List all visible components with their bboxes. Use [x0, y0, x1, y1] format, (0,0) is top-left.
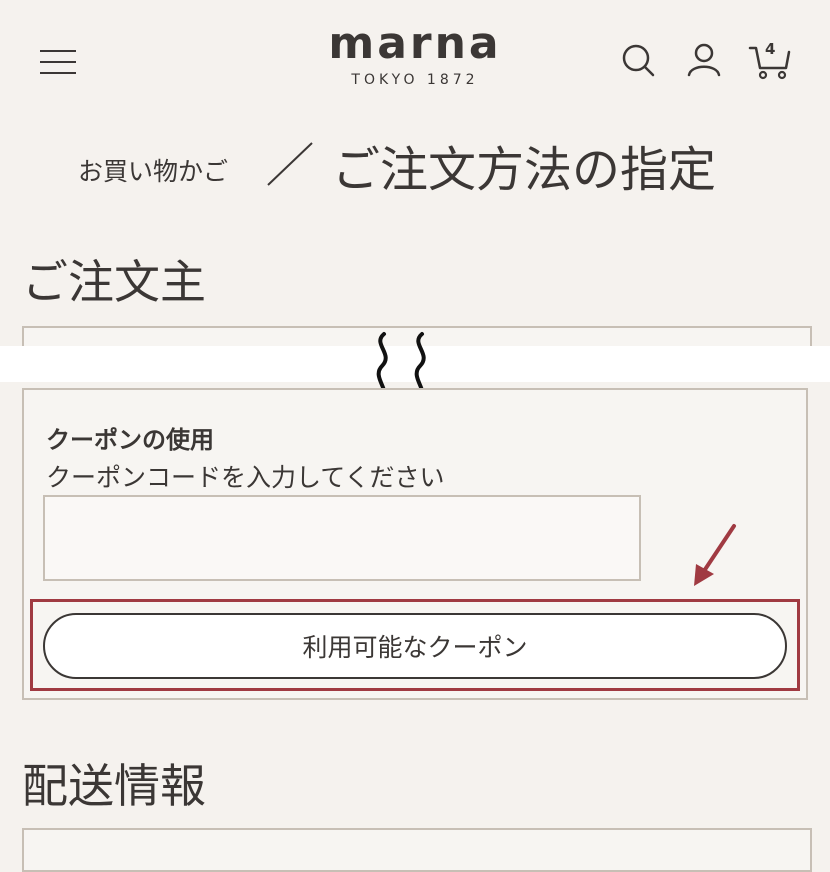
available-coupons-label: 利用可能なクーポン	[302, 633, 528, 662]
section-title-shipping: 配送情報	[22, 759, 206, 813]
breadcrumb-separator	[267, 142, 313, 186]
user-icon[interactable]	[686, 40, 722, 80]
breadcrumb-cart-link[interactable]: お買い物かご	[78, 152, 228, 188]
search-icon[interactable]	[620, 40, 656, 80]
annotation-arrow-icon	[694, 524, 736, 586]
cart-count-badge: 4	[765, 40, 776, 58]
shipping-panel	[22, 828, 812, 872]
available-coupons-button[interactable]: 利用可能なクーポン	[43, 613, 787, 679]
cart-button[interactable]: 4	[748, 38, 792, 82]
coupon-code-input[interactable]	[43, 495, 641, 581]
coupon-description: クーポンコードを入力してください	[46, 463, 445, 492]
section-title-orderer: ご注文主	[22, 255, 206, 309]
page-title: ご注文方法の指定	[332, 142, 717, 198]
coupon-heading: クーポンの使用	[46, 426, 214, 454]
